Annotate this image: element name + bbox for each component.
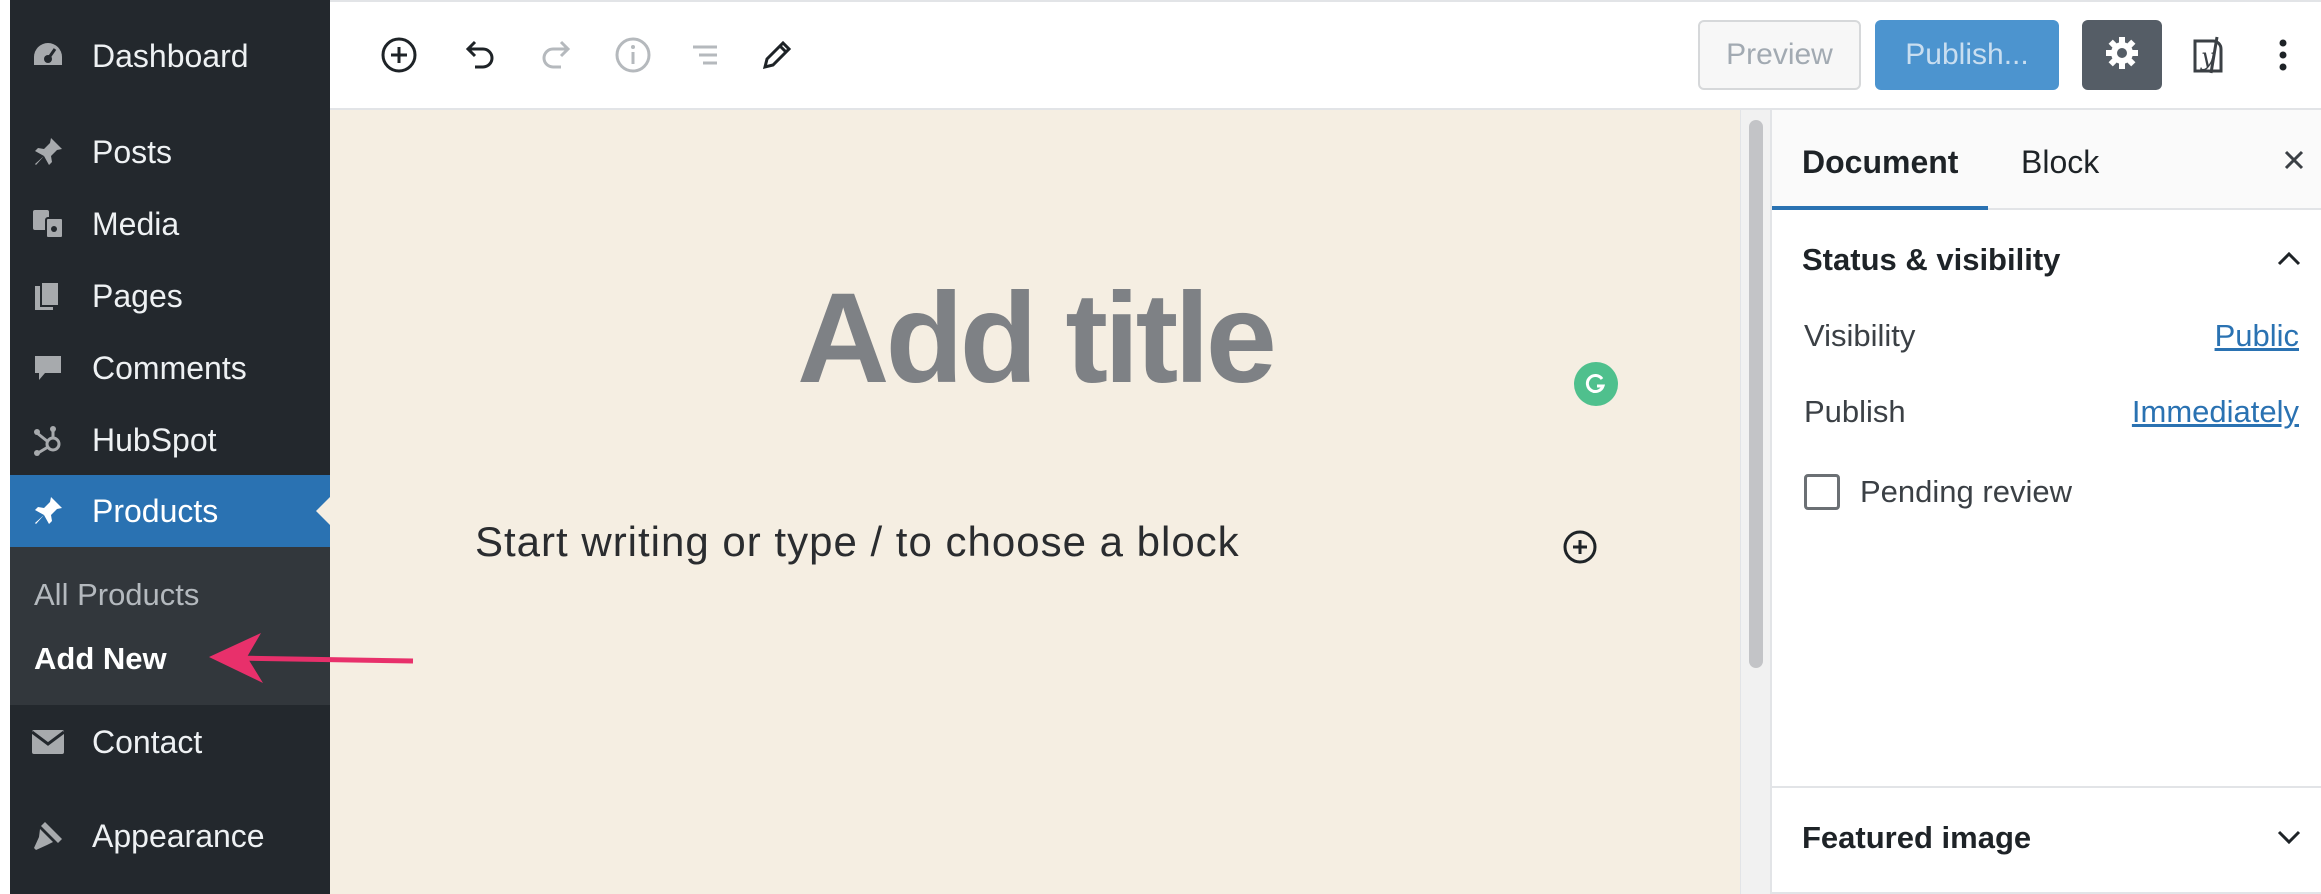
redo-icon[interactable] [530,28,584,82]
menu-label-posts: Posts [92,133,173,170]
menu-label-products: Products [92,492,219,529]
menu-label-pages: Pages [92,277,183,314]
add-block-icon[interactable] [372,28,426,82]
settings-sidebar: Document Block Status & visibility Visib… [1770,110,2321,894]
more-vertical-icon[interactable] [2256,28,2310,82]
scrollbar-thumb[interactable] [1749,120,1763,668]
pages-icon [24,272,72,320]
media-icon [24,200,72,248]
editor-canvas: Add title Start writing or type / to cho… [330,110,1740,894]
menu-item-pages[interactable]: Pages [10,260,330,332]
visibility-label: Visibility [1804,318,1916,353]
menu-label-appearance: Appearance [92,817,265,854]
hubspot-icon [24,416,72,464]
block-appender[interactable]: Start writing or type / to choose a bloc… [475,518,1240,566]
yoast-icon[interactable]: y [2182,28,2236,82]
featured-image-title: Featured image [1802,820,2032,855]
annotation-arrow [209,633,414,683]
visibility-toggle[interactable]: Public [2215,318,2299,354]
menu-item-products[interactable]: Products [10,475,330,547]
menu-label-dashboard: Dashboard [92,37,249,74]
submenu-add-new[interactable]: Add New [34,641,167,677]
menu-label-media: Media [92,205,180,242]
post-title-input[interactable]: Add title [330,265,1740,412]
menu-item-appearance[interactable]: Appearance [10,800,330,872]
active-tab-indicator [1772,206,1988,210]
menu-label-contact: Contact [92,723,203,760]
submenu-all-products[interactable]: All Products [34,577,199,613]
preview-button[interactable]: Preview [1698,20,1861,90]
pushpin-icon [24,487,72,535]
tab-block[interactable]: Block [2021,144,2099,181]
dashboard-icon [24,32,72,80]
pushpin-icon [24,128,72,176]
menu-label-hubspot: HubSpot [92,421,217,458]
tab-document[interactable]: Document [1802,144,1958,181]
chevron-down-icon[interactable] [2274,822,2304,857]
publish-button[interactable]: Publish... [1875,20,2059,90]
edit-icon[interactable] [750,28,804,82]
pending-review-label: Pending review [1860,474,2072,509]
status-visibility-title[interactable]: Status & visibility [1802,242,2060,278]
mail-icon [24,718,72,766]
publish-date-toggle[interactable]: Immediately [2132,394,2299,430]
menu-item-posts[interactable]: Posts [10,116,330,188]
editor-toolbar: Preview Publish... y [330,0,2321,110]
menu-item-hubspot[interactable]: HubSpot [10,404,330,476]
brush-icon [24,812,72,860]
undo-icon[interactable] [452,28,506,82]
menu-item-media[interactable]: Media [10,188,330,260]
close-icon[interactable] [2274,140,2314,180]
outline-icon[interactable] [678,28,732,82]
editor-scrollbar[interactable] [1740,110,1770,894]
settings-button[interactable] [2082,20,2162,90]
menu-item-dashboard[interactable]: Dashboard [10,20,330,92]
publish-label: Publish [1804,394,1906,429]
comment-icon [24,344,72,392]
menu-label-comments: Comments [92,349,247,386]
chevron-up-icon[interactable] [2274,244,2304,279]
gear-icon [2103,34,2141,77]
info-icon[interactable] [606,28,660,82]
add-block-icon[interactable] [1559,526,1601,568]
grammarly-icon[interactable] [1574,362,1618,406]
sidebar-tabs: Document Block [1772,110,2321,210]
featured-image-section[interactable]: Featured image [1772,786,2321,894]
menu-item-contact[interactable]: Contact [10,706,330,778]
admin-sidebar: Dashboard Posts Media Pages Comments Hub… [0,0,330,894]
menu-item-comments[interactable]: Comments [10,332,330,404]
pending-review-checkbox[interactable] [1804,474,1840,510]
